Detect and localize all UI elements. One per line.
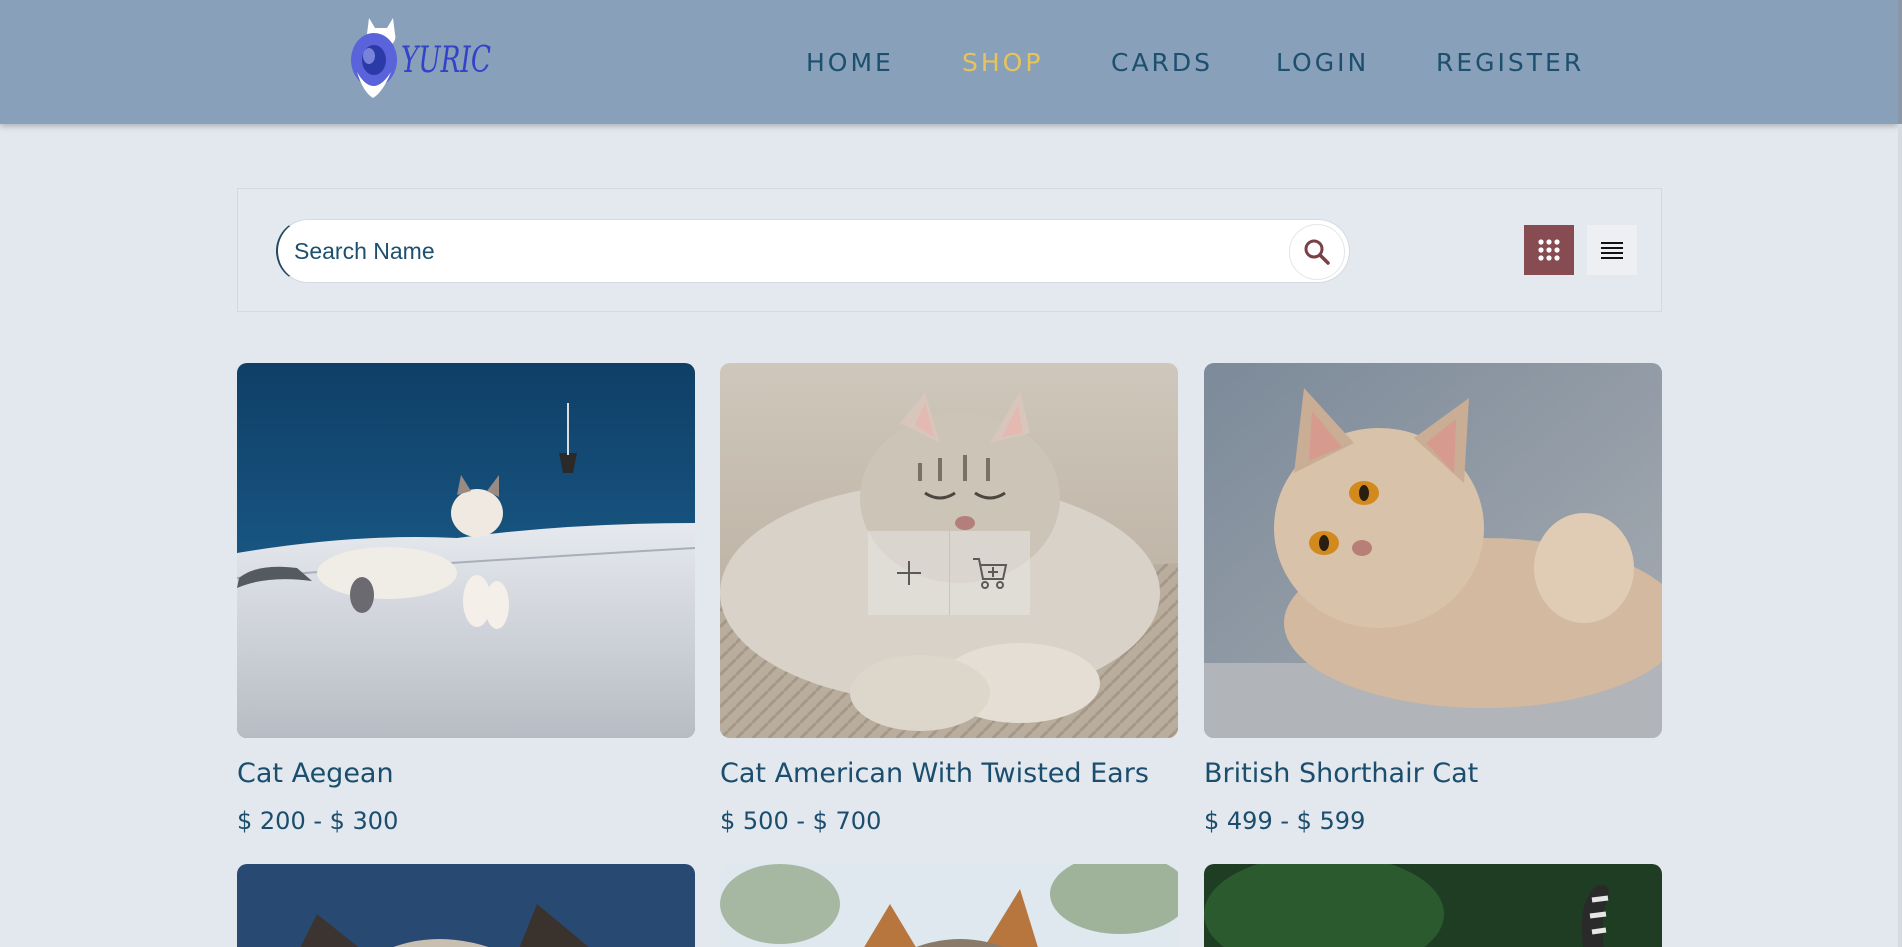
search-input[interactable] (294, 220, 1274, 282)
product-name[interactable]: Cat American With Twisted Ears (720, 758, 1149, 789)
product-card[interactable]: Cat American With Twisted Ears $ 500 - $… (720, 363, 1178, 835)
nav-cards[interactable]: CARDS (1111, 48, 1213, 77)
scroll-thumb[interactable] (1898, 0, 1902, 124)
add-to-cart-icon (973, 558, 1008, 589)
product-image[interactable] (1204, 363, 1662, 738)
product-price: $ 499 - $ 599 (1204, 807, 1366, 835)
add-button[interactable] (868, 531, 949, 615)
add-to-cart-button[interactable] (949, 531, 1030, 615)
product-card[interactable] (720, 864, 1178, 947)
plus-icon (896, 561, 921, 585)
product-card[interactable] (237, 864, 695, 947)
shop-toolbar (237, 188, 1662, 312)
product-image[interactable] (720, 864, 1178, 947)
page-scrollbar[interactable] (1898, 0, 1902, 947)
list-view-button[interactable] (1587, 225, 1637, 275)
nav-login[interactable]: LOGIN (1276, 48, 1369, 77)
product-hover-actions (868, 531, 1030, 615)
nav-home[interactable]: HOME (806, 48, 894, 77)
product-image[interactable] (720, 363, 1178, 738)
product-price: $ 500 - $ 700 (720, 807, 882, 835)
grid-view-button[interactable] (1524, 225, 1574, 275)
search-button[interactable] (1289, 224, 1345, 280)
nav-shop[interactable]: SHOP (962, 48, 1043, 77)
main-nav: HOME SHOP CARDS LOGIN REGISTER (0, 48, 1898, 82)
search-icon (1304, 239, 1330, 265)
product-card[interactable]: Cat Aegean $ 200 - $ 300 (237, 363, 695, 835)
product-card[interactable]: British Shorthair Cat $ 499 - $ 599 (1204, 363, 1662, 835)
product-image[interactable] (237, 864, 695, 947)
product-name[interactable]: British Shorthair Cat (1204, 758, 1478, 789)
product-name[interactable]: Cat Aegean (237, 758, 394, 789)
product-image[interactable] (1204, 864, 1662, 947)
site-header: YURIC HOME SHOP CARDS LOGIN REGISTER (0, 0, 1898, 124)
grid-view-icon (1538, 239, 1560, 261)
product-card[interactable] (1204, 864, 1662, 947)
search-bar (276, 219, 1350, 283)
product-image[interactable] (237, 363, 695, 738)
nav-register[interactable]: REGISTER (1436, 48, 1584, 77)
product-price: $ 200 - $ 300 (237, 807, 399, 835)
list-view-icon (1601, 242, 1623, 259)
